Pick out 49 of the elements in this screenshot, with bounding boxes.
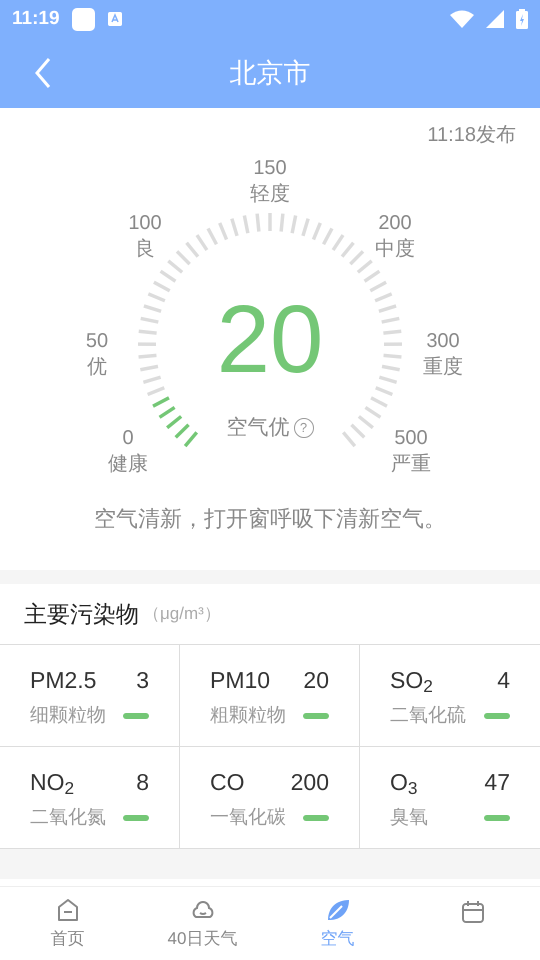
pollutant-label: 二氧化硫 <box>390 704 466 728</box>
pollutant-name: O$_{3}$ <box>390 768 418 800</box>
pollutant-label: 臭氧 <box>390 806 428 830</box>
pollutant-value: 8 <box>136 768 149 797</box>
aqi-value: 20 <box>216 290 324 390</box>
scale-value: 300 <box>426 329 460 354</box>
unit-label: （μg/m³） <box>143 603 221 626</box>
pollutant-label: 一氧化碳 <box>210 806 286 830</box>
pollutant-name: CO <box>210 768 244 797</box>
pollutant-value: 47 <box>484 768 510 797</box>
scale-label: 优 <box>87 355 107 380</box>
keyboard-icon <box>106 11 123 27</box>
wifi-icon <box>450 10 474 28</box>
section-title: 主要污染物 <box>24 600 139 629</box>
page-title: 北京市 <box>230 56 310 90</box>
scale-value: 500 <box>394 426 428 451</box>
pollutant-label: 粗颗粒物 <box>210 704 286 728</box>
scale-value: 50 <box>86 329 108 354</box>
notification-icon <box>72 8 95 30</box>
signal-icon <box>486 10 504 28</box>
scale-value: 200 <box>378 211 412 236</box>
pollutant-name: NO$_{2}$ <box>30 768 74 800</box>
scale-value: 0 <box>122 426 134 451</box>
pollutant-label: 细颗粒物 <box>30 704 106 728</box>
battery-icon <box>516 9 528 29</box>
help-button[interactable]: ? <box>294 418 314 438</box>
pollutant-name: SO$_{2}$ <box>390 666 433 698</box>
pollutant-value: 3 <box>136 666 149 695</box>
advice-text: 空气清新，打开窗呼吸下清新空气。 <box>94 505 446 533</box>
nav-tab[interactable]: 首页 <box>0 887 135 960</box>
scale-value: 100 <box>128 211 162 236</box>
scale-label: 良 <box>135 237 155 262</box>
pollutant-value: 20 <box>303 666 329 695</box>
status-time: 11:19 <box>12 6 60 31</box>
scale-value: 150 <box>253 156 287 181</box>
pollutant-label: 二氧化氮 <box>30 806 106 830</box>
scale-label: 严重 <box>391 452 431 477</box>
pollutant-name: PM2.5 <box>30 666 96 695</box>
aqi-status: 空气优 <box>226 415 290 441</box>
nav-tab[interactable]: 40日天气 <box>135 887 270 960</box>
nav-tab[interactable]: 空气 <box>270 887 405 960</box>
pollutant-name: PM10 <box>210 666 270 695</box>
publish-time: 11:18发布 <box>427 123 516 148</box>
pollutant-value: 200 <box>290 768 329 797</box>
pollutant-value: 4 <box>497 666 510 695</box>
scale-label: 轻度 <box>250 182 290 207</box>
scale-label: 健康 <box>108 452 148 477</box>
scale-label: 中度 <box>375 237 415 262</box>
scale-label: 重度 <box>423 355 463 380</box>
